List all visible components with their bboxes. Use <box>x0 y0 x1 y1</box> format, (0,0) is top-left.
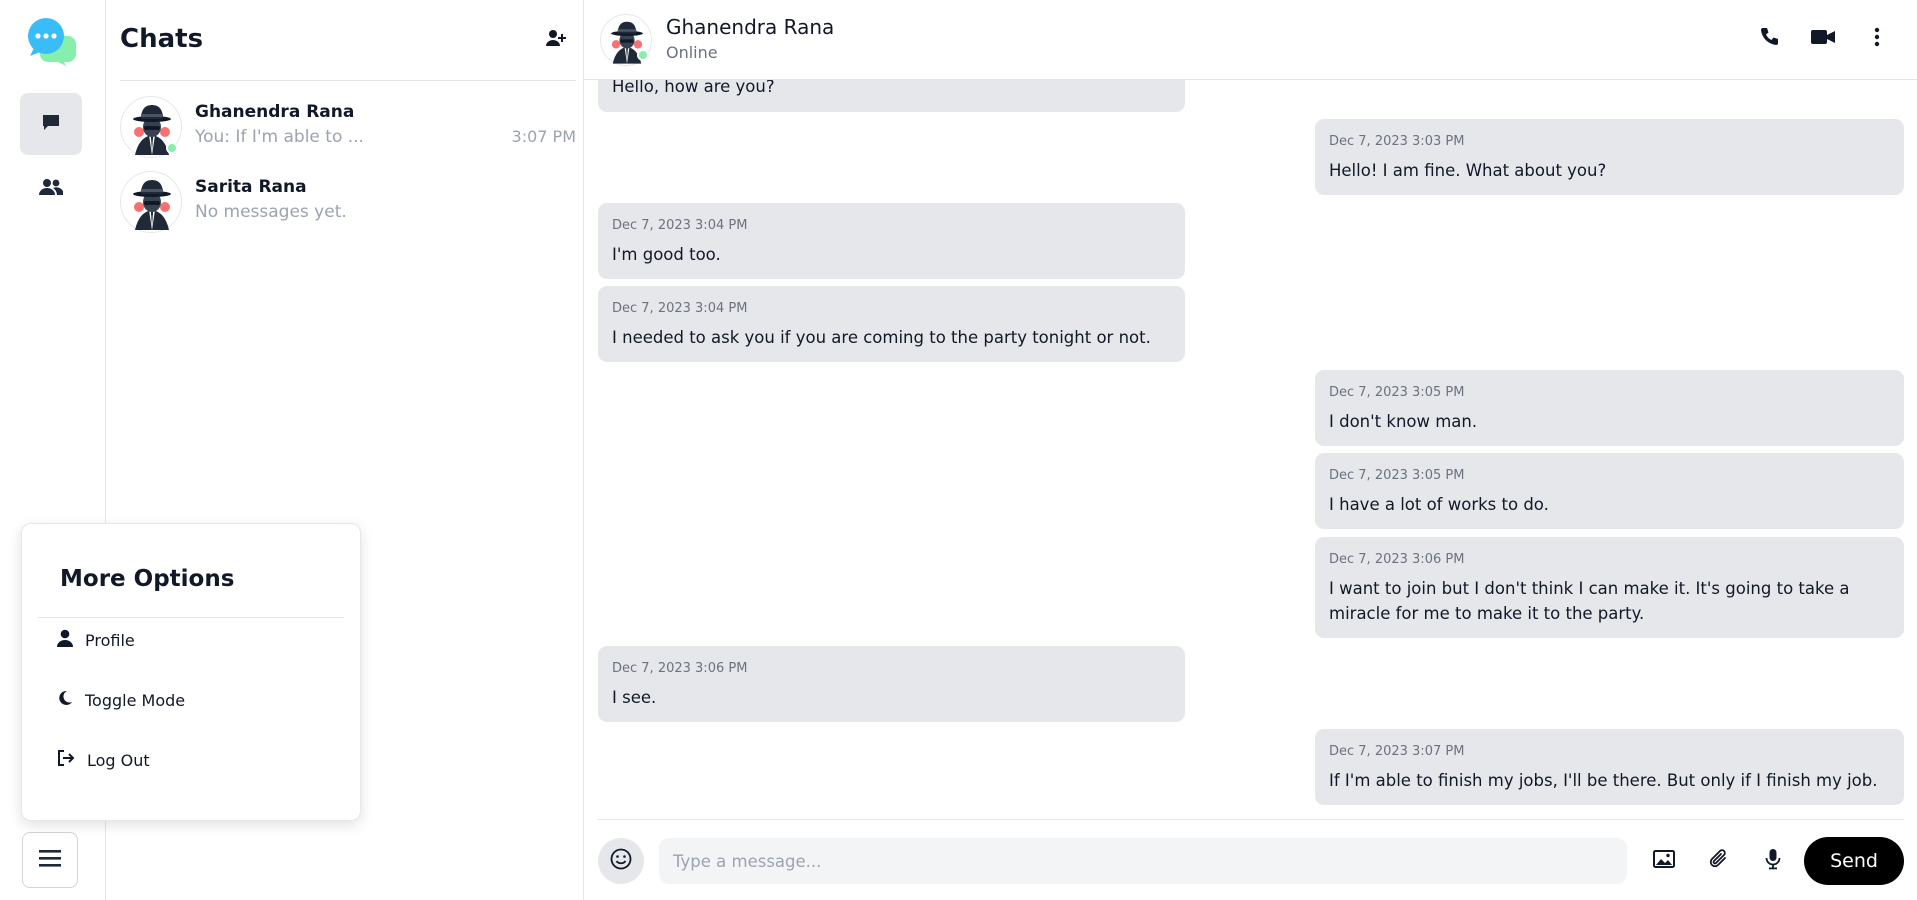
menu-item-log-out[interactable]: Log Out <box>57 746 150 774</box>
chat-name: Ghanendra Rana <box>195 102 355 122</box>
microphone-icon <box>1765 848 1781 874</box>
message-icon <box>41 112 61 136</box>
message-text: I have a lot of works to do. <box>1329 495 1549 514</box>
message-bubble-outgoing: Dec 7, 2023 3:07 PM If I'm able to finis… <box>1315 729 1904 805</box>
user-icon <box>57 629 73 651</box>
message-bubble-outgoing: Dec 7, 2023 3:06 PM I want to join but I… <box>1315 537 1904 638</box>
phone-icon <box>1759 27 1779 51</box>
user-plus-icon <box>546 29 566 51</box>
chats-title: Chats <box>120 24 204 54</box>
contact-status: Online <box>666 43 718 62</box>
more-options-button[interactable] <box>1862 24 1892 54</box>
hamburger-menu-icon <box>38 848 62 872</box>
users-icon <box>39 177 64 201</box>
chat-list-item[interactable]: Sarita Rana No messages yet. <box>120 171 576 241</box>
message-list[interactable]: Hello, how are you? Dec 7, 2023 3:03 PM … <box>584 0 1917 820</box>
more-options-title: More Options <box>60 566 235 592</box>
contact-name: Ghanendra Rana <box>666 15 835 39</box>
voice-call-button[interactable] <box>1754 24 1784 54</box>
message-text: Hello! I am fine. What about you? <box>1329 161 1607 180</box>
send-image-button[interactable] <box>1649 846 1679 876</box>
menu-item-label: Log Out <box>87 750 150 770</box>
message-time: Dec 7, 2023 3:05 PM <box>1329 468 1465 483</box>
message-bubble-incoming: Dec 7, 2023 3:04 PM I'm good too. <box>598 203 1185 279</box>
video-call-button[interactable] <box>1808 24 1838 54</box>
divider <box>38 617 344 618</box>
message-bubble-incoming: Dec 7, 2023 3:06 PM I see. <box>598 646 1185 722</box>
more-options-menu: More Options <box>21 523 361 821</box>
paperclip-icon <box>1709 848 1729 874</box>
logout-icon <box>57 750 75 770</box>
menu-item-toggle-mode[interactable]: Toggle Mode <box>57 686 185 714</box>
menu-item-label: Toggle Mode <box>85 690 186 710</box>
nav-contacts-button[interactable] <box>20 158 82 220</box>
online-indicator <box>166 142 178 154</box>
composer-divider <box>598 819 1904 820</box>
menu-item-label: Profile <box>85 630 135 650</box>
nav-chats-button[interactable] <box>20 93 82 155</box>
online-indicator <box>637 49 649 61</box>
attach-file-button[interactable] <box>1704 846 1734 876</box>
message-time: Dec 7, 2023 3:04 PM <box>612 301 748 316</box>
message-bubble-outgoing: Dec 7, 2023 3:05 PM I have a lot of work… <box>1315 453 1904 529</box>
app-logo <box>26 18 76 66</box>
chat-time: 3:07 PM <box>511 127 576 146</box>
message-time: Dec 7, 2023 3:07 PM <box>1329 744 1465 759</box>
message-time: Dec 7, 2023 3:05 PM <box>1329 385 1465 400</box>
avatar <box>120 171 182 233</box>
conversation-panel: Hello, how are you? Dec 7, 2023 3:03 PM … <box>584 0 1917 900</box>
message-time: Dec 7, 2023 3:04 PM <box>612 218 748 233</box>
message-text: I don't know man. <box>1329 412 1478 431</box>
smile-icon <box>610 848 632 874</box>
message-text: I want to join but I don't think I can m… <box>1329 579 1850 623</box>
message-time: Dec 7, 2023 3:06 PM <box>612 661 748 676</box>
message-text: I'm good too. <box>612 245 721 264</box>
conversation-header: Ghanendra Rana Online <box>584 0 1917 80</box>
menu-item-profile[interactable]: Profile <box>57 626 135 654</box>
message-time: Dec 7, 2023 3:03 PM <box>1329 134 1465 149</box>
send-button[interactable]: Send <box>1804 837 1904 885</box>
image-icon <box>1653 850 1675 872</box>
voice-message-button[interactable] <box>1758 846 1788 876</box>
message-time: Dec 7, 2023 3:06 PM <box>1329 552 1465 567</box>
moon-icon <box>57 690 73 710</box>
add-contact-button[interactable] <box>542 26 570 54</box>
message-bubble-outgoing: Dec 7, 2023 3:05 PM I don't know man. <box>1315 370 1904 446</box>
chat-list-item[interactable]: Ghanendra Rana You: If I'm able to ... 3… <box>120 96 576 166</box>
message-bubble-outgoing: Dec 7, 2023 3:03 PM Hello! I am fine. Wh… <box>1315 119 1904 195</box>
video-icon <box>1811 28 1835 50</box>
message-bubble-incoming: Dec 7, 2023 3:04 PM I needed to ask you … <box>598 286 1185 362</box>
message-text: I needed to ask you if you are coming to… <box>612 328 1151 347</box>
message-input[interactable] <box>659 838 1627 884</box>
more-vertical-icon <box>1874 27 1880 51</box>
chat-preview: No messages yet. <box>195 202 347 222</box>
chat-preview: You: If I'm able to ... <box>195 127 364 147</box>
menu-toggle-button[interactable] <box>22 832 78 888</box>
chat-list-header: Chats <box>120 0 576 81</box>
message-text: If I'm able to finish my jobs, I'll be t… <box>1329 771 1878 790</box>
emoji-button[interactable] <box>598 838 644 884</box>
chat-name: Sarita Rana <box>195 177 307 197</box>
message-text: I see. <box>612 688 657 707</box>
